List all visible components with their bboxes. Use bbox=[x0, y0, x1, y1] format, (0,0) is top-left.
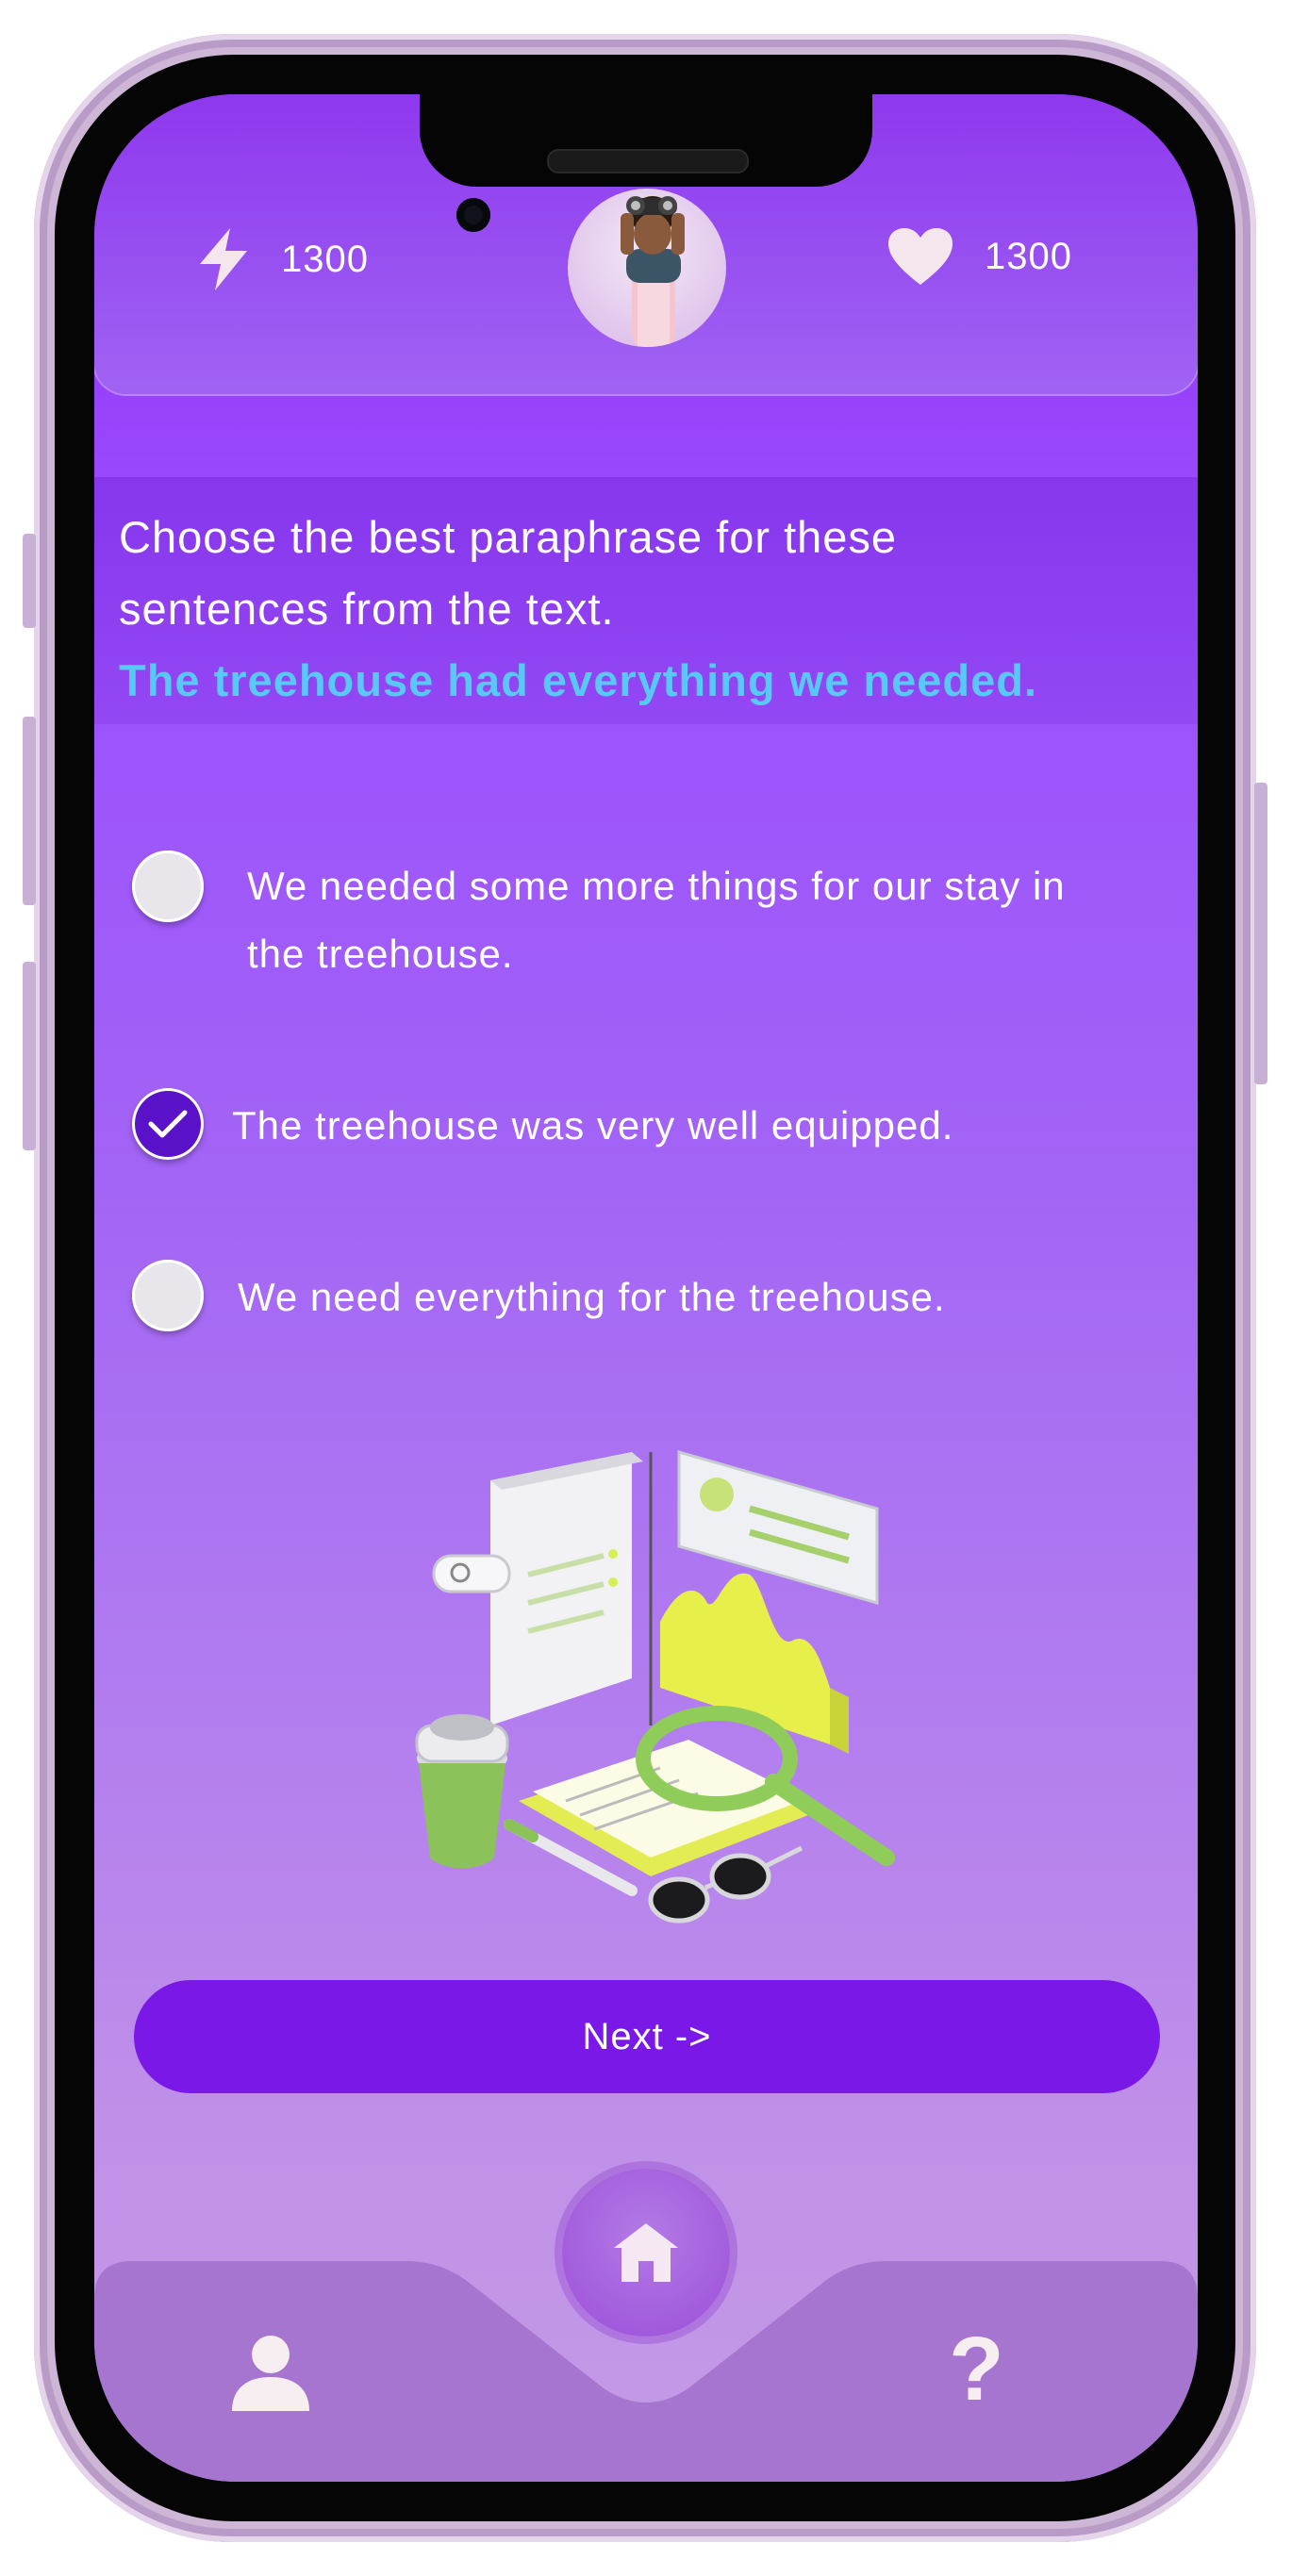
answer-option-1[interactable]: We needed some more things for our stay … bbox=[132, 849, 1066, 988]
heart-icon bbox=[888, 228, 952, 285]
power-button bbox=[1254, 783, 1267, 1084]
question-prompt-line2: sentences from the text. bbox=[119, 584, 615, 634]
lives-value: 1300 bbox=[985, 235, 1072, 277]
research-illustration bbox=[415, 1450, 895, 1924]
child-binoculars-icon bbox=[621, 196, 685, 347]
question-panel: Choose the best paraphrase for these sen… bbox=[94, 477, 1198, 724]
radio-button[interactable] bbox=[132, 1260, 204, 1331]
checkmark-icon bbox=[148, 1110, 188, 1138]
radio-button-selected[interactable] bbox=[132, 1088, 204, 1160]
lives-stat: 1300 bbox=[886, 226, 1072, 287]
answer-option-line1: We needed some more things for our stay … bbox=[247, 864, 1066, 908]
home-button[interactable] bbox=[562, 2169, 730, 2337]
profile-button[interactable] bbox=[228, 2334, 313, 2418]
question-highlight: The treehouse had everything we needed. bbox=[119, 655, 1038, 705]
user-icon bbox=[232, 2336, 309, 2411]
answer-option-3[interactable]: We need everything for the treehouse. bbox=[132, 1260, 946, 1331]
energy-stat: 1300 bbox=[194, 226, 369, 292]
energy-value: 1300 bbox=[281, 238, 369, 280]
answer-option-2[interactable]: The treehouse was very well equipped. bbox=[132, 1088, 953, 1160]
answer-option-label: We need everything for the treehouse. bbox=[238, 1275, 946, 1319]
question-text: Choose the best paraphrase for these sen… bbox=[119, 502, 1037, 717]
radio-button[interactable] bbox=[132, 850, 204, 922]
app-screen: 1300 1300 Choose the best paraphrase for… bbox=[94, 94, 1198, 2482]
avatar[interactable] bbox=[568, 189, 726, 347]
answer-option-label: We needed some more things for our stay … bbox=[247, 852, 1066, 988]
front-camera bbox=[456, 198, 490, 232]
speaker bbox=[547, 149, 749, 173]
volume-down-button bbox=[23, 962, 36, 1150]
next-button[interactable]: Next -> bbox=[134, 1980, 1160, 2093]
lightning-icon bbox=[200, 228, 247, 290]
help-button[interactable]: ? bbox=[949, 2318, 1004, 2421]
answer-option-line2: the treehouse. bbox=[247, 932, 514, 976]
mute-switch bbox=[23, 534, 36, 628]
home-icon bbox=[614, 2223, 678, 2282]
question-prompt-line1: Choose the best paraphrase for these bbox=[119, 512, 898, 562]
volume-up-button bbox=[23, 717, 36, 905]
answer-option-label: The treehouse was very well equipped. bbox=[232, 1103, 954, 1148]
